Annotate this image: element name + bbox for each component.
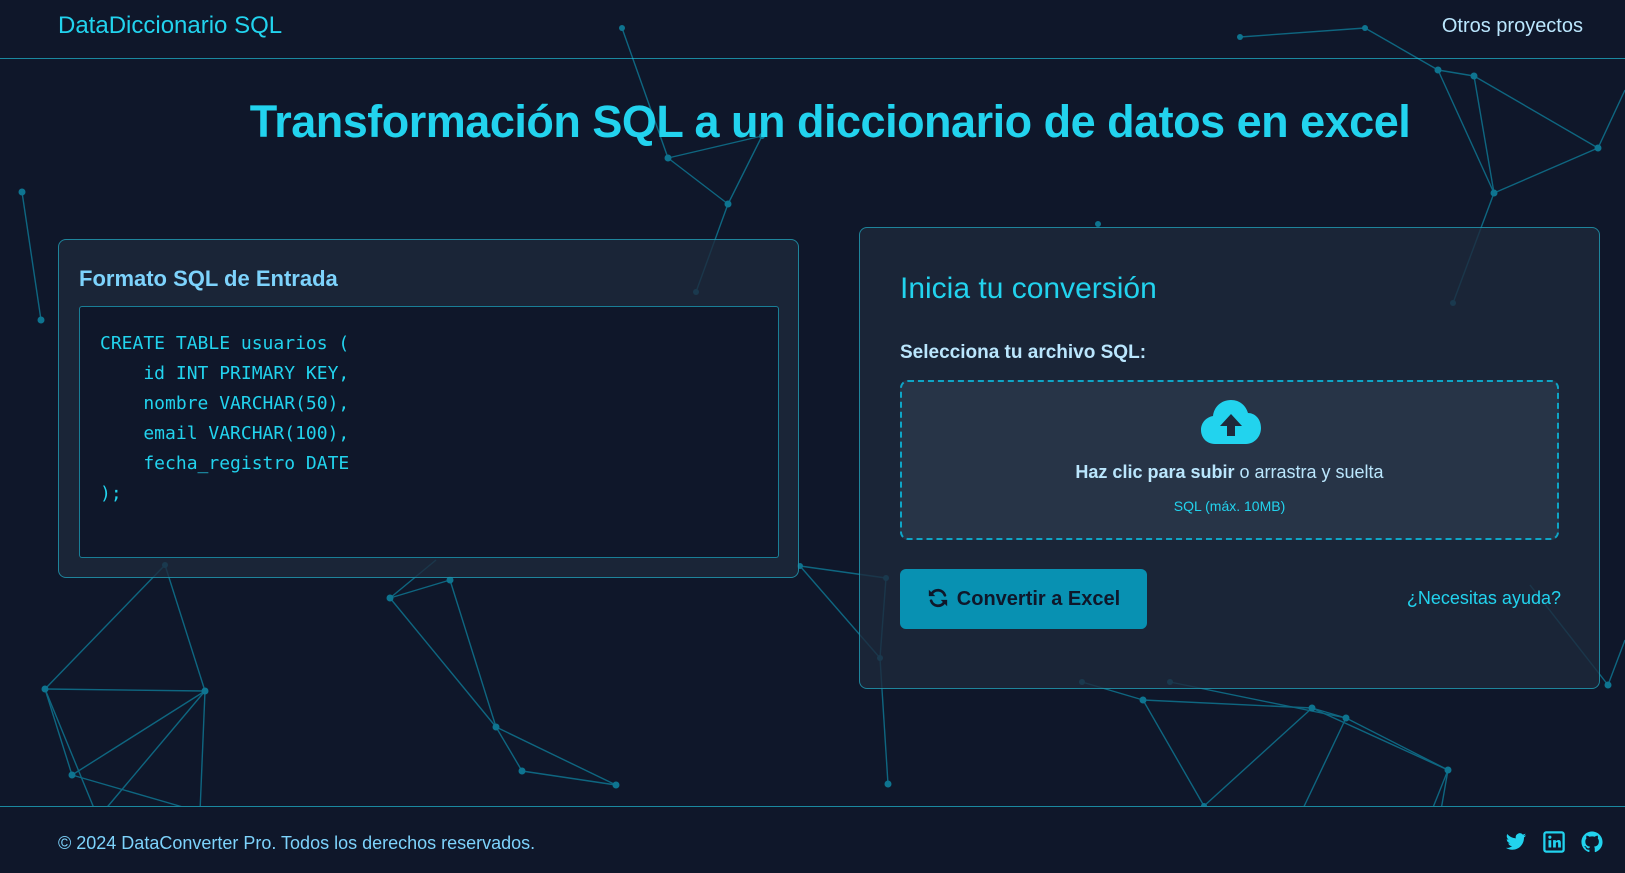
refresh-icon — [928, 588, 947, 608]
code-line: id INT PRIMARY KEY, — [100, 363, 350, 384]
nav-link-otros-proyectos[interactable]: Otros proyectos — [1442, 15, 1583, 38]
sql-format-title: Formato SQL de Entrada — [79, 266, 338, 291]
linkedin-icon[interactable] — [1543, 831, 1565, 853]
code-line: email VARCHAR(100), — [100, 423, 350, 444]
page: DataDiccionario SQL Otros proyectos Tran… — [0, 0, 1625, 873]
convert-to-excel-button[interactable]: Convertir a Excel — [900, 569, 1147, 629]
dropzone-file-hint: SQL (máx. 10MB) — [1173, 498, 1286, 514]
social-links — [1505, 831, 1603, 853]
footer: © 2024 DataConverter Pro. Todos los dere… — [0, 806, 1625, 873]
conversion-title: Inicia tu conversión — [900, 272, 1157, 305]
file-dropzone[interactable]: Haz clic para subir o arrastra y suelta … — [900, 380, 1559, 540]
brand-logo-text[interactable]: DataDiccionario SQL — [58, 12, 282, 40]
code-line: fecha_registro DATE — [100, 453, 350, 474]
github-icon[interactable] — [1581, 831, 1603, 853]
code-line: nombre VARCHAR(50), — [100, 393, 350, 414]
file-select-label: Selecciona tu archivo SQL: — [900, 342, 1147, 363]
copyright-text: © 2024 DataConverter Pro. Todos los dere… — [58, 833, 536, 853]
page-title: Transformación SQL a un diccionario de d… — [249, 96, 1411, 147]
dropzone-click-text: Haz clic para subir — [1075, 462, 1235, 482]
help-link[interactable]: ¿Necesitas ayuda? — [1407, 588, 1561, 609]
dropzone-drag-text: o arrastra y suelta — [1234, 462, 1384, 482]
convert-button-label: Convertir a Excel — [956, 588, 1121, 610]
cloud-upload-icon — [1201, 400, 1261, 444]
twitter-icon[interactable] — [1505, 831, 1527, 853]
code-line: CREATE TABLE usuarios ( — [100, 333, 350, 354]
sql-format-panel: Formato SQL de Entrada CREATE TABLE usua… — [58, 239, 799, 578]
sql-code-example: CREATE TABLE usuarios ( id INT PRIMARY K… — [79, 306, 779, 558]
dropzone-instructions: Haz clic para subir o arrastra y suelta — [902, 462, 1557, 483]
code-line: ); — [100, 483, 122, 504]
top-navbar: DataDiccionario SQL Otros proyectos — [0, 0, 1625, 59]
conversion-panel: Inicia tu conversión Selecciona tu archi… — [859, 227, 1600, 689]
